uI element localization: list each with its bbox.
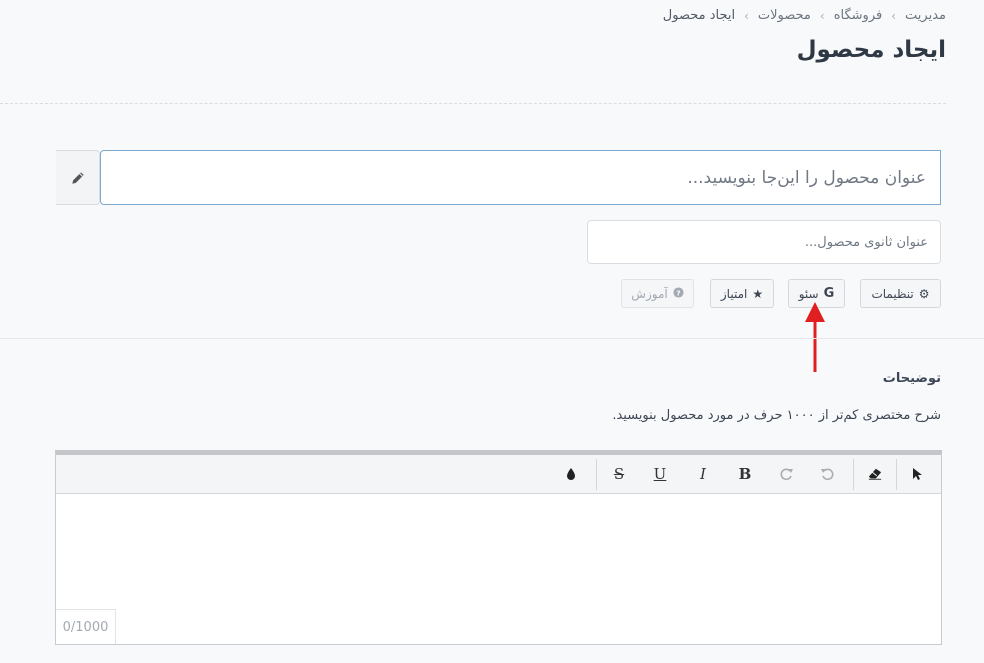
toolbar-separator	[853, 459, 854, 490]
tab-rating-label: امتیاز	[720, 286, 748, 301]
description-hint: شرح مختصری کم‌تر از ۱۰۰۰ حرف در مورد محص…	[612, 408, 941, 423]
character-counter: 0/1000	[56, 609, 116, 644]
color-drop-icon[interactable]	[555, 455, 587, 493]
section-divider	[0, 338, 984, 339]
breadcrumb-item-shop[interactable]: فروشگاه	[834, 8, 883, 23]
bold-button[interactable]: B	[729, 455, 761, 493]
breadcrumb-item-admin[interactable]: مدیریت	[905, 8, 946, 23]
editor-toolbar: B I U S	[56, 455, 941, 494]
description-editor: B I U S 0/1000	[55, 450, 942, 645]
tab-tutorial[interactable]: ? آموزش	[621, 279, 694, 308]
tab-settings[interactable]: ⚙ تنظیمات	[860, 279, 941, 308]
breadcrumb-item-products[interactable]: محصولات	[758, 8, 811, 23]
description-title: توضیحات	[882, 371, 941, 386]
breadcrumb-item-current: ایجاد محصول	[662, 8, 736, 23]
strikethrough-button[interactable]: S	[603, 455, 635, 493]
breadcrumb-separator-icon: ›	[891, 8, 897, 23]
header-divider	[0, 103, 946, 104]
product-title-group	[56, 150, 941, 205]
tab-tutorial-label: آموزش	[631, 286, 668, 301]
annotation-arrow-icon	[805, 302, 825, 372]
star-icon: ★	[752, 286, 764, 301]
breadcrumb: مدیریت › فروشگاه › محصولات › ایجاد محصول	[663, 8, 946, 23]
tab-rating[interactable]: ★ امتیاز	[710, 279, 774, 308]
page-title: ایجاد محصول	[796, 37, 946, 63]
toolbar-separator	[896, 459, 897, 490]
svg-text:?: ?	[676, 288, 680, 297]
redo-icon[interactable]	[771, 455, 803, 493]
product-title-addon	[56, 150, 100, 205]
tab-settings-label: تنظیمات	[871, 286, 914, 301]
google-g-icon: G	[823, 286, 835, 301]
pencil-icon	[71, 171, 84, 184]
italic-button[interactable]: I	[687, 455, 719, 493]
underline-button[interactable]: U	[644, 455, 676, 493]
question-circle-icon: ?	[673, 287, 684, 300]
toolbar-separator	[596, 459, 597, 490]
undo-icon[interactable]	[811, 455, 843, 493]
tab-seo-label: سئو	[798, 286, 819, 301]
breadcrumb-separator-icon: ›	[744, 8, 749, 23]
product-title-input[interactable]	[100, 150, 941, 205]
breadcrumb-separator-icon: ›	[819, 8, 825, 23]
product-subtitle-input[interactable]	[587, 220, 941, 264]
gear-icon: ⚙	[918, 286, 930, 301]
editor-content-area[interactable]: 0/1000	[56, 494, 941, 644]
create-product-page: مدیریت › فروشگاه › محصولات › ایجاد محصول…	[0, 0, 984, 663]
cursor-icon[interactable]	[901, 455, 933, 493]
eraser-icon[interactable]	[859, 455, 891, 493]
